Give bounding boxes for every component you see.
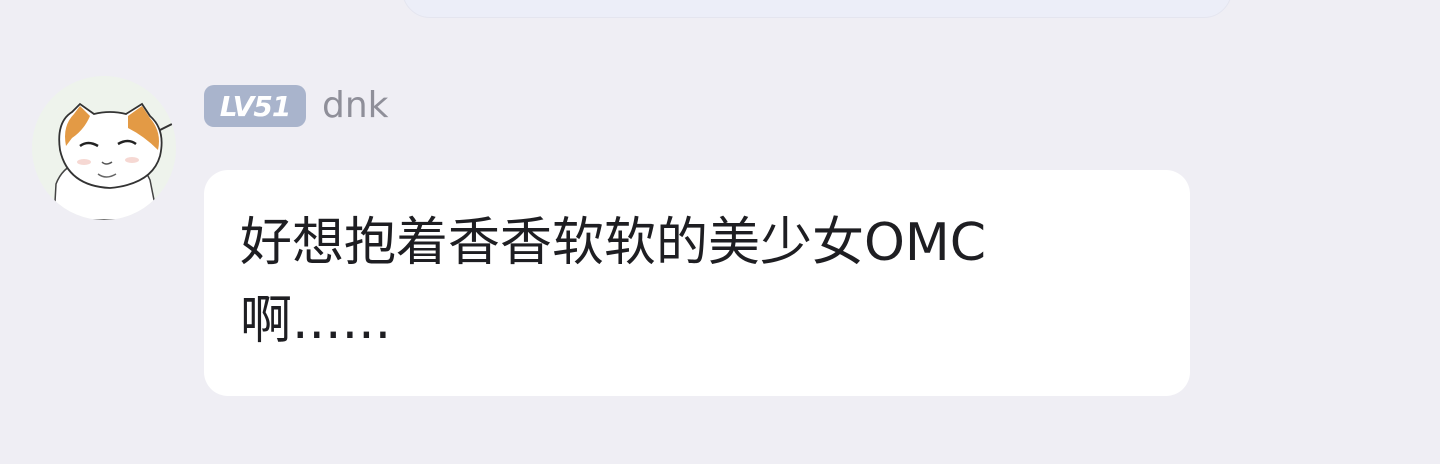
message-text: 好想抱着香香软软的美少女OMC啊...... bbox=[240, 213, 987, 351]
message-bubble[interactable]: 好想抱着香香软软的美少女OMC啊...... bbox=[204, 170, 1190, 396]
comment-header: LV51 dnk bbox=[204, 84, 389, 128]
cat-meme-avatar-icon bbox=[32, 76, 176, 220]
user-avatar[interactable] bbox=[32, 76, 176, 220]
previous-message-bubble bbox=[402, 0, 1232, 18]
level-badge: LV51 bbox=[204, 85, 306, 127]
username[interactable]: dnk bbox=[322, 84, 389, 128]
comment-page: LV51 dnk 好想抱着香香软软的美少女OMC啊...... bbox=[0, 0, 1440, 464]
